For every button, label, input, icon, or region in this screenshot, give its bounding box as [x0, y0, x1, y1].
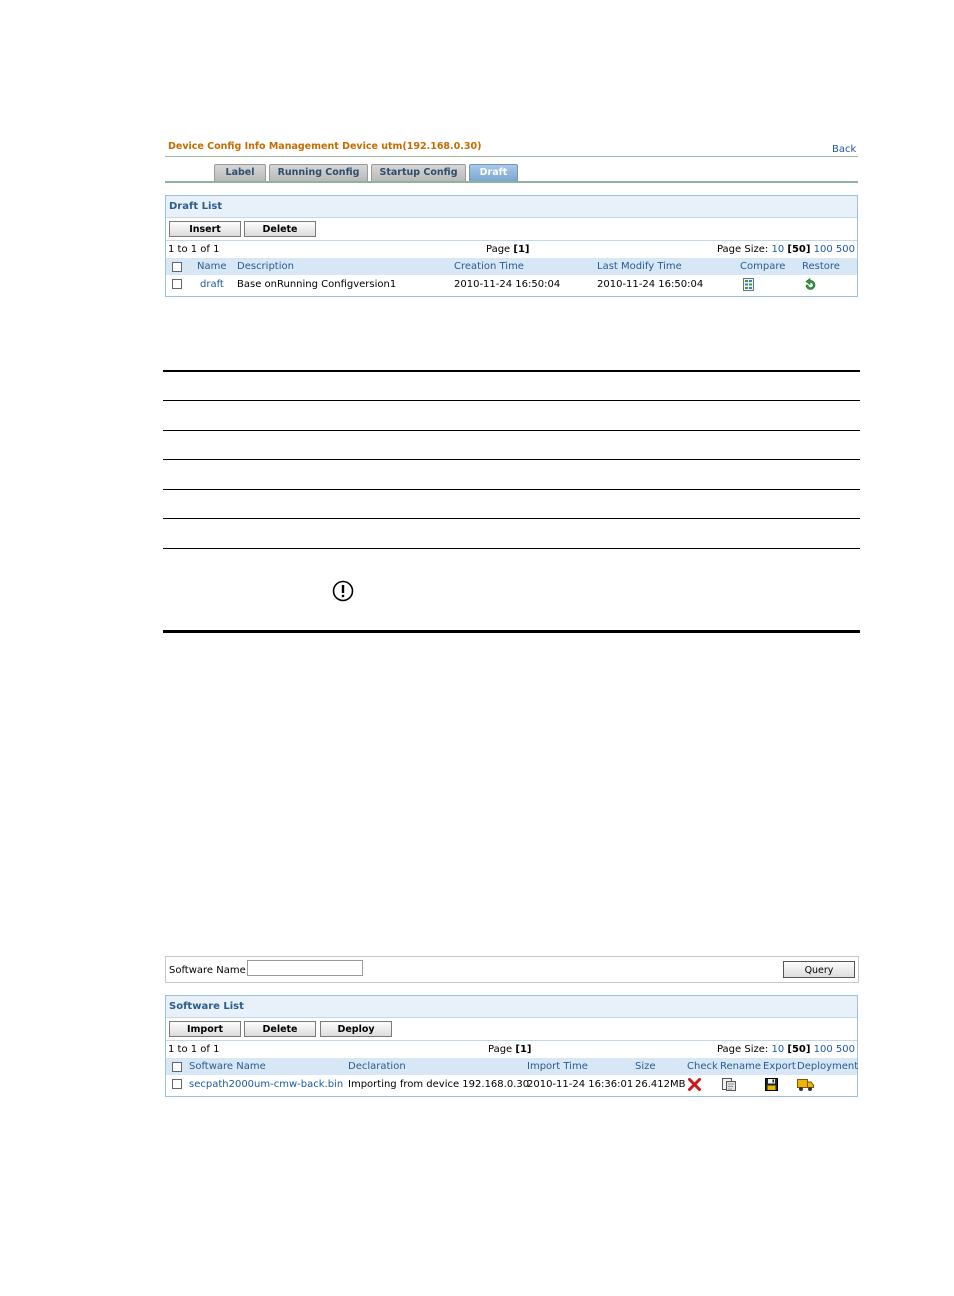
col-check: Check	[687, 1061, 718, 1072]
page-size-100[interactable]: 100	[814, 1044, 833, 1055]
table-row-rule	[163, 430, 860, 431]
software-size: 26.412MB	[635, 1079, 686, 1090]
tab-label[interactable]: Label	[214, 164, 266, 181]
table-row-rule	[163, 518, 860, 519]
deploy-button[interactable]: Deploy	[320, 1021, 392, 1037]
software-name-input[interactable]	[247, 960, 363, 976]
col-description[interactable]: Description	[237, 258, 294, 275]
page-indicator: Page [1]	[488, 1044, 532, 1055]
software-declaration: Importing from device 192.168.0.30	[348, 1079, 530, 1090]
select-all-checkbox[interactable]	[172, 1062, 182, 1072]
insert-button[interactable]: Insert	[169, 221, 241, 237]
draft-list-title: Draft List	[166, 196, 857, 218]
draft-modify-time: 2010-11-24 16:50:04	[597, 279, 704, 290]
table-top-rule	[163, 370, 860, 372]
page-size-100[interactable]: 100	[814, 244, 833, 255]
software-toolbar: Import Delete Deploy	[166, 1018, 857, 1041]
tab-divider	[165, 181, 858, 183]
col-restore: Restore	[802, 261, 840, 272]
draft-creation-time: 2010-11-24 16:50:04	[454, 279, 561, 290]
page-size-selector: Page Size: 10 [50] 100 500	[716, 1044, 855, 1055]
draft-pager: 1 to 1 of 1 Page [1] Page Size: 10 [50] …	[166, 241, 857, 258]
table-row: draft Base onRunning Configversion1 2010…	[166, 275, 857, 294]
page-size-500[interactable]: 500	[836, 1044, 855, 1055]
query-button[interactable]: Query	[783, 961, 855, 978]
table-row-rule	[163, 489, 860, 490]
col-compare: Compare	[740, 261, 786, 272]
record-count: 1 to 1 of 1	[168, 1044, 220, 1055]
col-size[interactable]: Size	[635, 1058, 656, 1075]
page-size-500[interactable]: 500	[836, 244, 855, 255]
col-name[interactable]: Name	[197, 258, 227, 275]
page-indicator: Page [1]	[486, 244, 530, 255]
select-all-checkbox[interactable]	[172, 262, 182, 272]
save-export-icon[interactable]	[765, 1078, 778, 1098]
col-rename: Rename	[720, 1061, 762, 1072]
table-bottom-rule	[163, 630, 860, 633]
software-name-link[interactable]: secpath2000um-cmw-back.bin	[189, 1075, 343, 1094]
col-creation-time[interactable]: Creation Time	[454, 258, 524, 275]
page-size-50: [50]	[787, 244, 811, 255]
draft-name-link[interactable]: draft	[200, 275, 224, 294]
row-checkbox[interactable]	[172, 1079, 182, 1089]
page-size-10[interactable]: 10	[771, 1044, 784, 1055]
tab-running-config[interactable]: Running Config	[269, 164, 368, 181]
import-button[interactable]: Import	[169, 1021, 241, 1037]
caution-icon	[332, 580, 354, 602]
tab-draft[interactable]: Draft	[469, 164, 518, 181]
software-list-title: Software List	[166, 996, 857, 1018]
delete-button[interactable]: Delete	[244, 221, 316, 237]
col-declaration[interactable]: Declaration	[348, 1058, 406, 1075]
draft-list-panel: Draft List Insert Delete 1 to 1 of 1 Pag…	[165, 195, 858, 297]
table-row-rule	[163, 400, 860, 401]
table-row-rule	[163, 459, 860, 460]
compare-icon[interactable]	[743, 278, 754, 298]
draft-table-header: Name Description Creation Time Last Modi…	[166, 258, 857, 275]
col-deployment: Deployment	[797, 1061, 859, 1072]
delete-button[interactable]: Delete	[244, 1021, 316, 1037]
col-software-name[interactable]: Software Name	[189, 1058, 266, 1075]
back-link[interactable]: Back	[832, 144, 856, 155]
table-row: secpath2000um-cmw-back.bin Importing fro…	[166, 1075, 857, 1094]
draft-description: Base onRunning Configversion1	[237, 279, 397, 290]
software-import-time: 2010-11-24 16:36:01	[527, 1079, 634, 1090]
tab-startup-config[interactable]: Startup Config	[371, 164, 466, 181]
page-size-50: [50]	[787, 1044, 811, 1055]
table-row-rule	[163, 548, 860, 549]
software-pager: 1 to 1 of 1 Page [1] Page Size: 10 [50] …	[166, 1041, 857, 1058]
draft-toolbar: Insert Delete	[166, 218, 857, 241]
col-export: Export	[763, 1061, 796, 1072]
row-checkbox[interactable]	[172, 279, 182, 289]
col-import-time[interactable]: Import Time	[527, 1058, 588, 1075]
page-size-10[interactable]: 10	[771, 244, 784, 255]
tab-bar: Label Running Config Startup Config Draf…	[214, 164, 521, 181]
software-table-header: Software Name Declaration Import Time Si…	[166, 1058, 859, 1075]
deploy-truck-icon[interactable]	[797, 1077, 814, 1099]
software-list-panel: Software List Import Delete Deploy 1 to …	[165, 995, 858, 1097]
restore-icon[interactable]	[803, 277, 817, 298]
page-title: Device Config Info Management Device utm…	[168, 141, 482, 152]
col-last-modify-time[interactable]: Last Modify Time	[597, 258, 682, 275]
rename-icon[interactable]	[721, 1077, 737, 1099]
page-size-selector: Page Size: 10 [50] 100 500	[716, 244, 855, 255]
title-divider	[165, 156, 858, 157]
record-count: 1 to 1 of 1	[168, 244, 220, 255]
check-failed-icon[interactable]	[688, 1078, 701, 1098]
software-name-label: Software Name	[169, 965, 246, 976]
